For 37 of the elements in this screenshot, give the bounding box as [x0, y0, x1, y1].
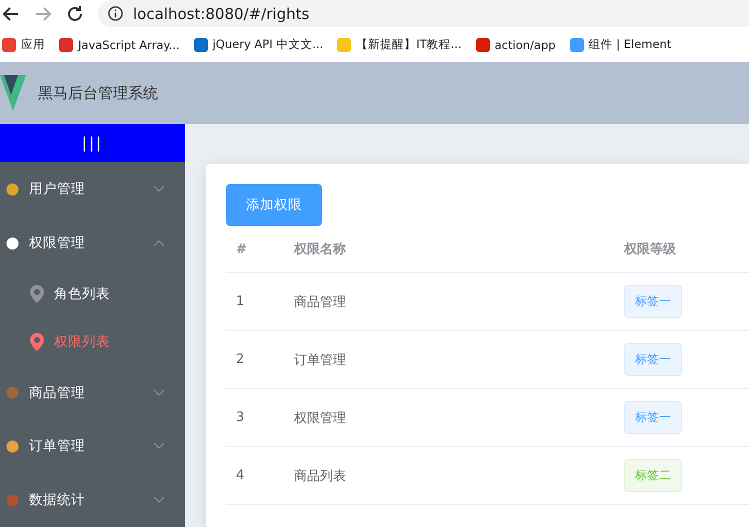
collapse-toggle[interactable]: ||| [0, 124, 185, 162]
menu-item[interactable]: 用户管理 [0, 162, 185, 216]
menu-item[interactable]: 商品管理 [0, 366, 185, 420]
table-cell-text: 1 [236, 294, 246, 309]
column-header: # [236, 242, 248, 256]
info-icon [108, 6, 123, 21]
menu-item[interactable]: 权限管理 [0, 216, 185, 270]
location-pin-icon [30, 332, 44, 351]
table-cell-text: 商品管理 [294, 294, 347, 310]
bookmark-link[interactable]: 【新提醒】IT教程... [337, 37, 462, 52]
reload-icon[interactable] [66, 4, 84, 22]
bookmark-link[interactable]: 组件 | Element [570, 37, 672, 52]
menu-item[interactable]: 数据统计 [0, 473, 185, 527]
submenu-item[interactable]: 角色列表 [0, 270, 185, 318]
level-tag: 标签一 [624, 401, 682, 434]
address-bar[interactable]: localhost:8080/#/rights [98, 0, 749, 27]
table-cell-text: 4 [236, 468, 246, 483]
bookmark-link[interactable]: 应用 [2, 37, 45, 52]
level-tag: 标签一 [624, 343, 682, 376]
table-cell-text: 权限管理 [294, 410, 347, 426]
location-pin-icon [30, 284, 44, 303]
bookmark-link[interactable]: jQuery API 中文文... [194, 37, 324, 52]
table-cell-text: 3 [236, 410, 246, 425]
level-tag: 标签一 [624, 285, 682, 318]
back-icon[interactable] [2, 4, 20, 22]
table-cell-text: 订单管理 [294, 352, 347, 368]
column-header: 权限等级 [624, 241, 677, 258]
app-title: 黑马后台管理系统 [38, 84, 158, 102]
menu-item[interactable]: 订单管理 [0, 420, 185, 474]
logo-icon [0, 75, 26, 111]
table-cell-text: 2 [236, 352, 246, 367]
bookmark-link[interactable]: JavaScript Array... [59, 38, 180, 52]
column-header: 权限名称 [294, 241, 347, 258]
bookmark-link[interactable]: action/app [476, 38, 556, 52]
level-tag: 标签二 [624, 459, 682, 492]
table-cell-text: 商品列表 [294, 468, 347, 484]
url-text: localhost:8080/#/rights [133, 4, 310, 22]
